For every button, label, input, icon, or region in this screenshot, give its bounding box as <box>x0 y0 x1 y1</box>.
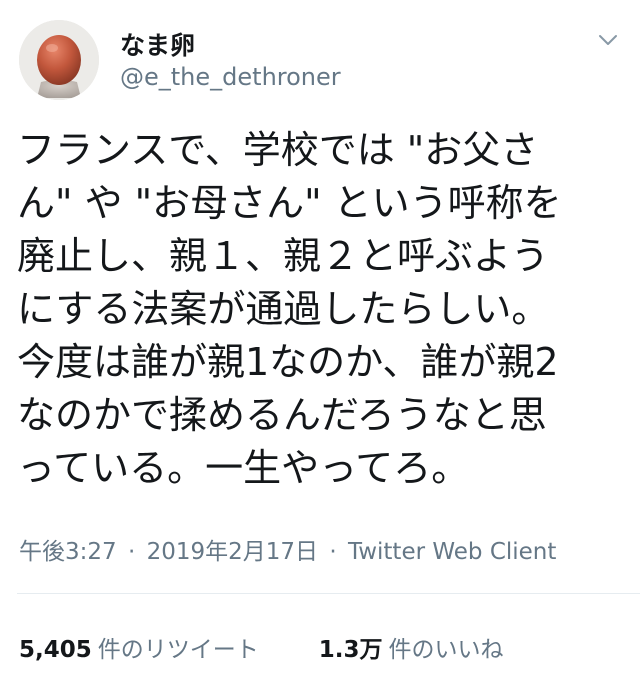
tweet-date[interactable]: 2019年2月17日 <box>147 539 318 565</box>
likes-label: 件のいいね <box>388 637 504 663</box>
user-handle[interactable]: @e_the_dethroner <box>120 63 341 91</box>
tweet-meta: 午後3:27 · 2019年2月17日 · Twitter Web Client <box>19 532 556 566</box>
chevron-down-icon <box>599 35 617 45</box>
egg-avatar-icon <box>19 20 99 100</box>
display-name[interactable]: なま卵 <box>120 26 195 62</box>
likes-count: 1.3万 <box>318 637 383 663</box>
more-options-button[interactable] <box>594 26 622 54</box>
tweet-stats: 5,405 件のリツイート 1.3万 件のいいね <box>19 630 504 664</box>
retweets-label: 件のリツイート <box>97 637 259 663</box>
tweet-time[interactable]: 午後3:27 <box>19 539 117 565</box>
avatar[interactable] <box>19 20 99 100</box>
divider <box>17 593 640 594</box>
retweets-count: 5,405 <box>19 637 92 663</box>
likes-stat[interactable]: 1.3万 件のいいね <box>319 630 504 664</box>
tweet-client[interactable]: Twitter Web Client <box>348 539 556 565</box>
meta-separator: · <box>127 539 136 565</box>
tweet-card: なま卵 @e_the_dethroner フランスで、学校では "お父さ ん" … <box>0 0 640 679</box>
tweet-text: フランスで、学校では "お父さ ん" や "お母さん" という呼称を 廃止し、親… <box>17 128 562 490</box>
meta-separator: · <box>329 539 337 565</box>
retweets-stat[interactable]: 5,405 件のリツイート <box>19 630 259 664</box>
